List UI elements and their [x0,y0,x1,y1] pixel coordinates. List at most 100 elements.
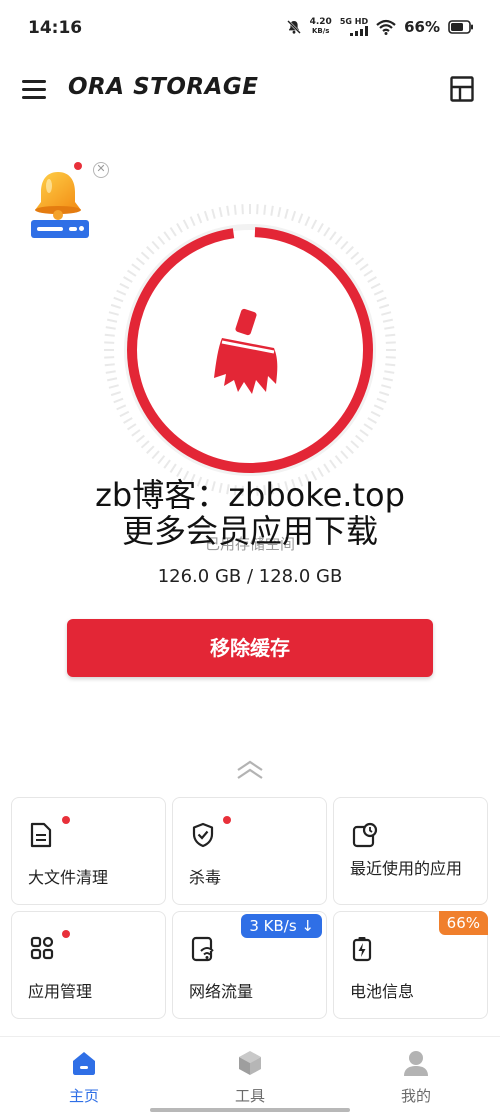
gauge-tick [127,269,137,277]
gauge-tick [169,463,177,473]
dashboard-layout-icon[interactable] [450,76,474,102]
gauge-tick [226,205,230,216]
tool-battery-info[interactable]: 66% 电池信息 [333,911,488,1019]
gauge-tick [297,213,304,224]
cell-signal: 5G HD [340,18,369,36]
gauge-tick [340,450,349,460]
gauge-tick [104,363,115,367]
clear-cache-button[interactable]: 移除缓存 [67,619,433,677]
gauge-tick [284,208,289,219]
gauge-tick [110,303,121,309]
gauge-tick [189,216,196,227]
gauge-tick [379,391,390,397]
gauge-tick [104,341,115,344]
gauge-tick [370,410,381,418]
tool-network-traffic[interactable]: 3 KB/s ↓ 网络流量 [172,911,327,1019]
tool-label: 最近使用的应用 [350,859,463,878]
apps-grid-icon [30,936,54,960]
document-icon [30,822,52,848]
hamburger-menu-icon[interactable] [22,80,46,100]
gauge-tick [363,423,373,431]
gauge-tick [329,459,337,469]
gauge-tick [104,333,115,337]
gauge-tick [169,227,177,237]
gauge-tick [203,210,209,221]
gauge-tick [113,296,124,303]
gauge-tick [135,257,145,266]
bottom-navigation: 主页 工具 我的 [0,1036,500,1115]
gauge-tick [131,429,141,437]
nav-profile[interactable]: 我的 [366,1049,466,1106]
tool-recent-apps[interactable]: 最近使用的应用 [333,797,488,905]
gauge-tick [106,377,118,382]
gauge-tick [157,455,166,465]
gauge-tick [376,296,387,303]
storage-card-graphic [31,220,89,238]
gauge-tick [385,341,396,344]
gauge-tick [140,251,150,260]
shield-check-icon [192,822,214,848]
wifi-icon [376,19,396,35]
gauge-tick [127,423,137,431]
broom-icon[interactable] [208,308,292,394]
gauge-tick [382,377,394,382]
home-indicator[interactable] [150,1108,350,1112]
close-icon[interactable]: ✕ [93,162,109,178]
promo-widget[interactable]: ✕ [28,158,110,242]
gauge-tick [355,257,365,266]
gauge-tick [116,289,127,296]
chevron-up-icon[interactable] [234,758,266,782]
gauge-tick [157,235,166,245]
notification-dot [62,930,70,938]
gauge-tick [211,208,216,219]
gauge-tick [304,216,311,227]
tool-large-files[interactable]: 大文件清理 [11,797,166,905]
gauge-tick [350,251,360,260]
gauge-tick [108,311,119,316]
gauge-tick [182,219,190,230]
gauge-tick [310,219,318,230]
gauge-tick [355,434,365,443]
person-icon [404,1051,428,1076]
gauge-tick [291,210,297,221]
tool-label: 大文件清理 [28,868,109,887]
gauge-tick [163,459,171,469]
gauge-tick [256,204,259,215]
gauge-tick [384,370,395,374]
gauge-tick [379,303,390,309]
battery-badge: 66% [438,911,488,935]
cube-icon [239,1051,261,1075]
nav-label: 工具 [234,1087,265,1105]
gauge-tick [113,397,124,404]
nav-tools[interactable]: 工具 [200,1049,300,1106]
gauge-tick [163,231,171,241]
home-icon [73,1052,95,1075]
nav-label: 主页 [68,1087,99,1105]
gauge-tick [367,276,377,283]
status-bar: 14:16 4.20 KB/s 5G HD 66% [0,0,500,60]
gauge-tick [334,235,343,245]
tool-antivirus[interactable]: 杀毒 [172,797,327,905]
gauge-tick [176,223,183,233]
tool-app-manager[interactable]: 应用管理 [11,911,166,1019]
battery-percent: 66% [404,18,440,36]
nav-home[interactable]: 主页 [34,1049,134,1106]
gauge-tick [381,311,392,316]
app-title: ORA STORAGE [68,74,259,100]
gauge-tick [373,404,384,411]
gauge-tick [345,246,354,255]
app-header: ORA STORAGE [0,68,500,112]
gauge-tick [131,263,141,271]
gauge-tick [370,282,381,290]
status-indicators: 4.20 KB/s 5G HD 66% [286,18,474,36]
gauge-tick [359,263,369,271]
gauge-tick [104,356,115,359]
gauge-tick [263,204,267,215]
gauge-tick [385,333,396,337]
recent-clock-icon [352,822,378,848]
gauge-tick [277,206,282,218]
tool-label: 杀毒 [189,868,222,887]
storage-value: 126.0 GB / 128.0 GB [157,566,343,587]
nav-label: 我的 [400,1087,431,1105]
gauge-tick [363,269,373,277]
